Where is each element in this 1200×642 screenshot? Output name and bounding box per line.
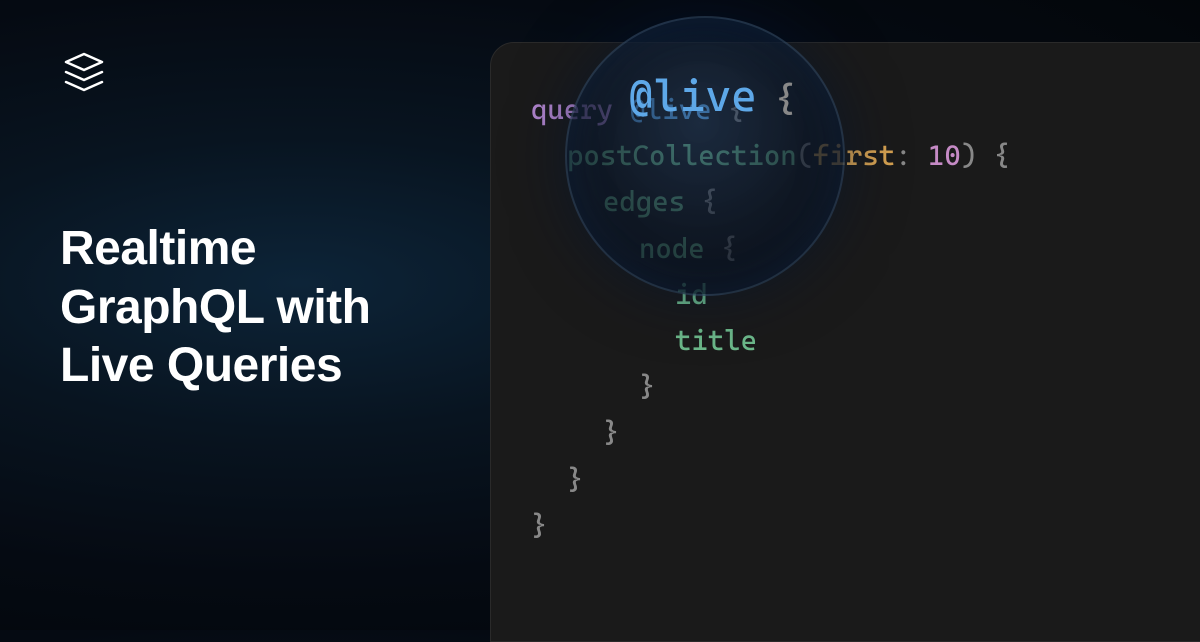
colon: : — [895, 139, 911, 172]
page-title: Realtime GraphQL with Live Queries — [60, 220, 370, 396]
code-line-5: id — [531, 272, 1169, 318]
field-node: node — [639, 232, 705, 265]
code-line-7: } — [531, 364, 1169, 410]
code-line-1: query @live { — [531, 87, 1169, 133]
brace-open: { — [728, 93, 744, 126]
code-line-3: edges { — [531, 179, 1169, 225]
brace-open: { — [721, 232, 737, 265]
brace-close: } — [639, 370, 655, 403]
code-line-4: node { — [531, 226, 1169, 272]
field-postcollection: postCollection — [567, 139, 797, 172]
brace-close: } — [531, 509, 547, 542]
brand-logo-icon — [60, 48, 108, 96]
code-line-8: } — [531, 410, 1169, 456]
code-line-6: title — [531, 318, 1169, 364]
title-line-3: Live Queries — [60, 339, 342, 392]
brace-close: } — [603, 416, 619, 449]
code-line-9: } — [531, 457, 1169, 503]
paren-close: ) — [961, 139, 977, 172]
arg-first: first — [813, 139, 895, 172]
title-line-2: GraphQL with — [60, 281, 370, 334]
field-title: title — [675, 324, 757, 357]
directive-live: @live — [629, 93, 711, 126]
value-10: 10 — [928, 139, 961, 172]
keyword-query: query — [531, 93, 613, 126]
title-line-1: Realtime — [60, 222, 256, 275]
field-id: id — [675, 278, 708, 311]
brace-close: } — [567, 463, 583, 496]
code-window: query @live { postCollection(first: 10) … — [490, 42, 1200, 642]
field-edges: edges — [603, 185, 685, 218]
code-line-2: postCollection(first: 10) { — [531, 133, 1169, 179]
code-line-10: } — [531, 503, 1169, 549]
brace-open: { — [701, 185, 717, 218]
paren-open: ( — [797, 139, 813, 172]
brace-open: { — [994, 139, 1010, 172]
